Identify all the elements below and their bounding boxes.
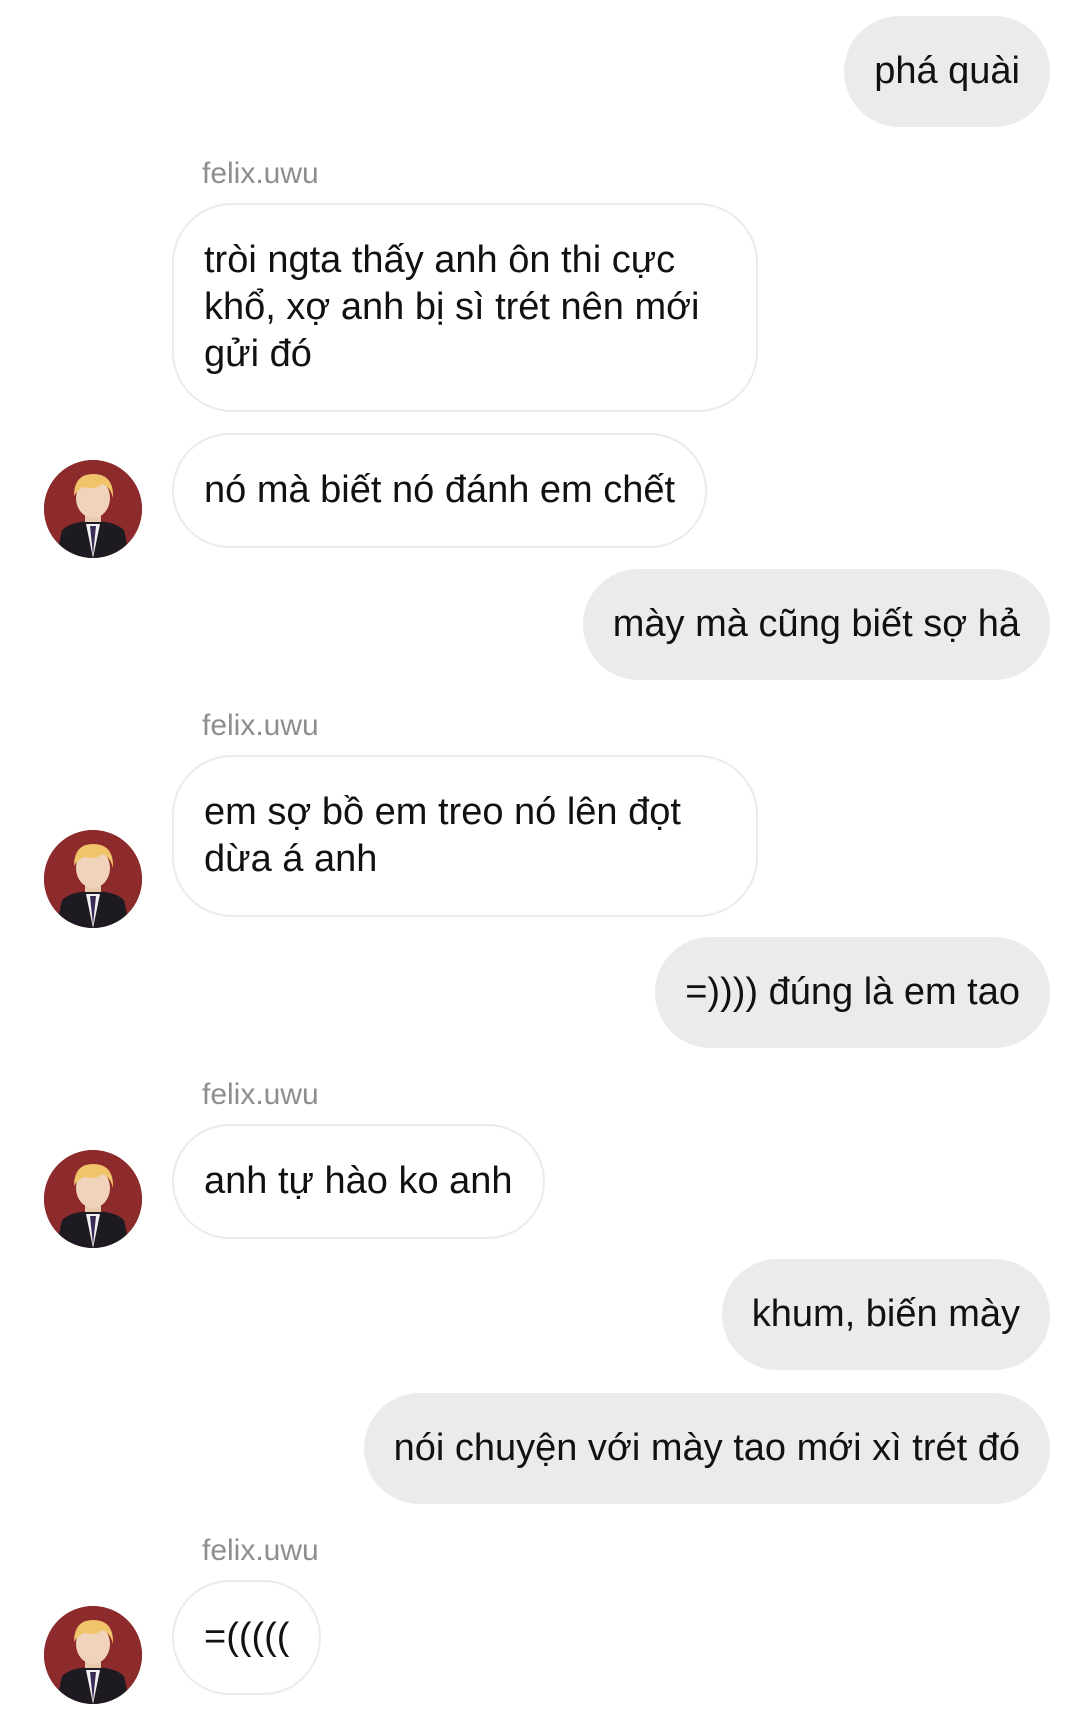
message-bubble-outgoing[interactable]: phá quài [844, 16, 1050, 127]
sender-name: felix.uwu [202, 157, 319, 190]
sender-avatar[interactable] [44, 460, 142, 558]
message-bubble-outgoing[interactable]: nói chuyện với mày tao mới xì trét đó [363, 1393, 1050, 1504]
sender-avatar[interactable] [44, 1150, 142, 1248]
avatar-icon [44, 1150, 142, 1248]
message-bubble-incoming[interactable]: em sợ bồ em treo nó lên đọt dừa á anh [172, 755, 758, 917]
message-bubble-incoming[interactable]: nó mà biết nó đánh em chết [172, 433, 708, 548]
avatar-icon [44, 830, 142, 928]
sender-name: felix.uwu [202, 1534, 319, 1567]
message-bubble-outgoing[interactable]: =)))) đúng là em tao [655, 937, 1050, 1048]
message-bubble-incoming[interactable]: anh tự hào ko anh [172, 1124, 545, 1239]
sender-name: felix.uwu [202, 709, 319, 742]
sender-avatar[interactable] [44, 830, 142, 928]
message-bubble-incoming[interactable]: =((((( [172, 1580, 322, 1695]
message-bubble-outgoing[interactable]: khum, biến mày [721, 1259, 1050, 1370]
avatar-icon [44, 1606, 142, 1704]
message-bubble-incoming[interactable]: tròi ngta thấy anh ôn thi cực khổ, xợ an… [172, 203, 758, 412]
sender-avatar[interactable] [44, 1606, 142, 1704]
avatar-icon [44, 460, 142, 558]
message-bubble-outgoing[interactable]: mày mà cũng biết sợ hả [582, 569, 1050, 680]
sender-name: felix.uwu [202, 1078, 319, 1111]
